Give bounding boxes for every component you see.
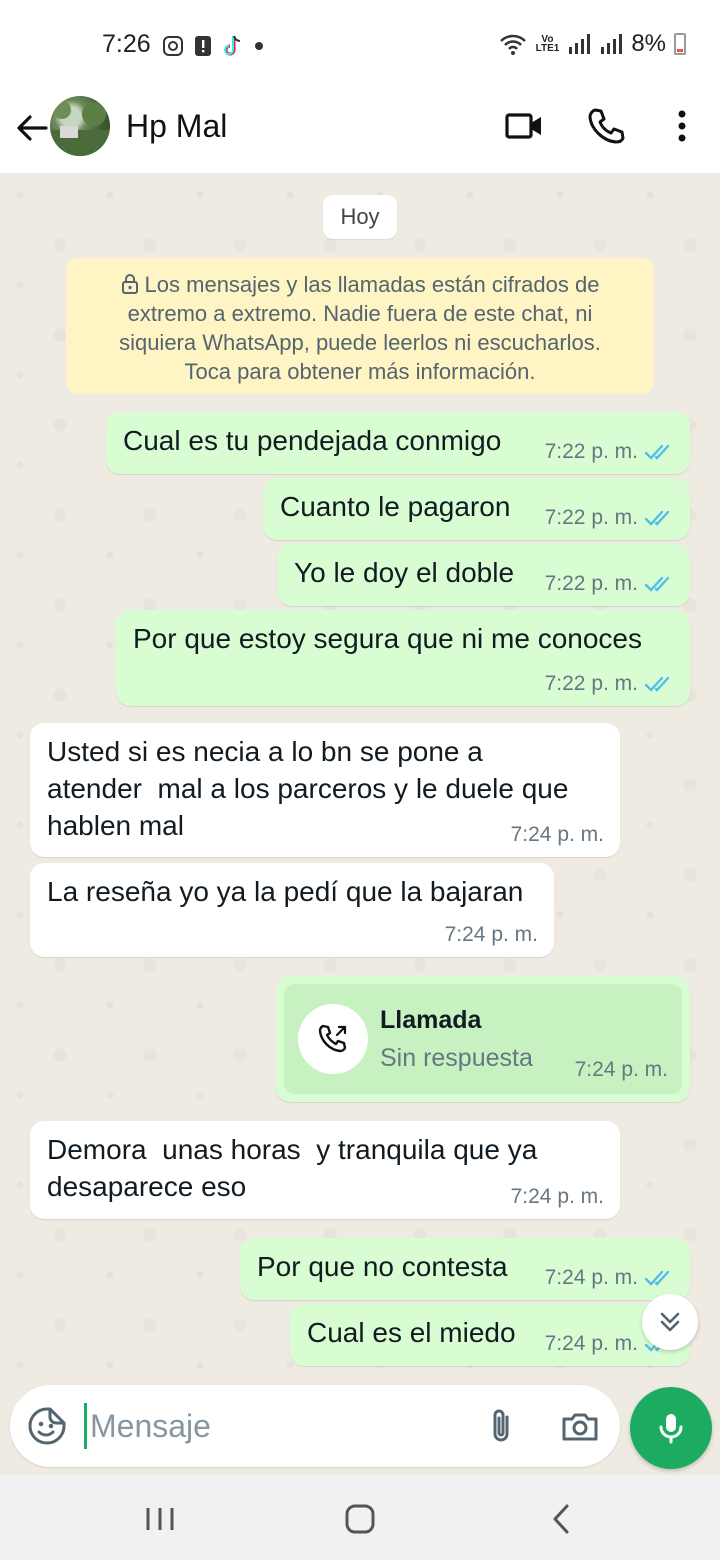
phone-call-icon[interactable] bbox=[584, 104, 628, 148]
composer-row bbox=[0, 1385, 720, 1475]
message-time: 7:22 p. m. bbox=[544, 672, 638, 695]
read-ticks-icon bbox=[644, 510, 670, 526]
scroll-to-bottom-button[interactable] bbox=[642, 1294, 698, 1350]
alert-notification-icon bbox=[195, 36, 211, 56]
camera-icon[interactable] bbox=[558, 1405, 602, 1449]
message-time: 7:24 p. m. bbox=[574, 1058, 668, 1081]
message-text: La reseña yo ya la pedí que la bajaran bbox=[47, 876, 524, 907]
signal-strength-2-icon bbox=[601, 34, 623, 54]
battery-icon bbox=[674, 33, 686, 55]
encryption-line: siquiera WhatsApp, puede leerlos ni escu… bbox=[119, 330, 601, 355]
text-cursor bbox=[84, 1403, 87, 1449]
message-composer bbox=[10, 1385, 620, 1467]
notification-icons bbox=[162, 34, 264, 58]
message-meta: 7:24 p. m. bbox=[575, 1058, 668, 1082]
message-time: 7:22 p. m. bbox=[544, 506, 638, 529]
read-ticks-icon bbox=[644, 444, 670, 460]
signal-strength-icon bbox=[569, 34, 591, 54]
message-text: Cual es el miedo bbox=[307, 1317, 516, 1348]
nav-back-icon[interactable] bbox=[540, 1497, 584, 1541]
call-icon-container bbox=[298, 1004, 368, 1074]
message-meta: 7:24 p. m. bbox=[511, 1185, 604, 1209]
status-time: 7:26 bbox=[102, 30, 151, 58]
battery-percent: 8% bbox=[631, 30, 666, 57]
message-text: Cuanto le pagaron bbox=[280, 491, 511, 522]
message-time: 7:22 p. m. bbox=[544, 440, 638, 463]
lock-icon bbox=[121, 274, 138, 294]
message-meta: 7:22 p. m. bbox=[545, 440, 674, 464]
tiktok-notification-icon bbox=[224, 35, 241, 56]
message-bubble-outgoing[interactable]: Cual es el miedo 7:24 p. m. bbox=[290, 1304, 690, 1366]
message-meta: 7:24 p. m. bbox=[445, 923, 538, 947]
encryption-notice[interactable]: Los mensajes y las llamadas están cifrad… bbox=[66, 258, 654, 394]
message-bubble-incoming[interactable]: Demora unas horas y tranquila que ya des… bbox=[30, 1121, 620, 1219]
video-call-icon[interactable] bbox=[502, 104, 546, 148]
more-options-icon[interactable] bbox=[660, 104, 704, 148]
message-bubble-outgoing[interactable]: Cuanto le pagaron 7:22 p. m. bbox=[263, 478, 690, 540]
wifi-icon bbox=[499, 34, 526, 55]
missed-call-bubble[interactable]: Llamada Sin respuesta 7:24 p. m. bbox=[276, 976, 690, 1102]
encryption-line: Los mensajes y las llamadas están cifrad… bbox=[84, 270, 636, 299]
message-bubble-outgoing[interactable]: Por que no contesta 7:24 p. m. bbox=[240, 1238, 690, 1300]
message-meta: 7:22 p. m. bbox=[545, 572, 674, 596]
system-icons: Vo LTE1 8% bbox=[498, 30, 686, 58]
back-arrow-icon[interactable] bbox=[12, 108, 52, 148]
message-meta: 7:24 p. m. bbox=[545, 1266, 674, 1290]
system-navigation-bar bbox=[0, 1475, 720, 1560]
attach-paperclip-icon[interactable] bbox=[480, 1405, 522, 1447]
home-icon[interactable] bbox=[338, 1497, 382, 1541]
message-input[interactable] bbox=[90, 1401, 470, 1451]
message-text: Demora unas horas y tranquila que ya des… bbox=[47, 1134, 538, 1202]
message-time: 7:24 p. m. bbox=[510, 823, 604, 846]
chat-header: Hp Mal bbox=[0, 90, 720, 174]
message-time: 7:24 p. m. bbox=[510, 1185, 604, 1208]
read-ticks-icon bbox=[644, 676, 670, 692]
message-bubble-outgoing[interactable]: Yo le doy el doble 7:22 p. m. bbox=[277, 544, 690, 606]
read-ticks-icon bbox=[644, 1270, 670, 1286]
message-meta: 7:22 p. m. bbox=[545, 672, 674, 696]
message-bubble-incoming[interactable]: Usted si es necia a lo bn se pone a aten… bbox=[30, 723, 620, 857]
avatar[interactable] bbox=[50, 96, 110, 156]
message-text: Por que estoy segura que ni me conoces bbox=[133, 623, 642, 654]
encryption-line: extremo a extremo. Nadie fuera de este c… bbox=[127, 301, 593, 326]
message-time: 7:24 p. m. bbox=[544, 1332, 638, 1355]
volte-label: Vo LTE1 bbox=[535, 34, 560, 54]
call-title: Llamada bbox=[380, 1006, 482, 1034]
chat-area[interactable]: Hoy Los mensajes y las llamadas están ci… bbox=[0, 175, 720, 1385]
encryption-line: Toca para obtener más información. bbox=[184, 359, 536, 384]
call-status: Sin respuesta bbox=[380, 1044, 533, 1072]
read-ticks-icon bbox=[644, 576, 670, 592]
recent-apps-icon[interactable] bbox=[138, 1497, 182, 1541]
message-text: Cual es tu pendejada conmigo bbox=[123, 425, 502, 456]
more-notifications-dot-icon bbox=[255, 42, 263, 50]
voice-record-button[interactable] bbox=[630, 1387, 712, 1469]
message-bubble-incoming[interactable]: La reseña yo ya la pedí que la bajaran 7… bbox=[30, 863, 554, 957]
message-time: 7:24 p. m. bbox=[444, 923, 538, 946]
instagram-notification-icon bbox=[163, 36, 183, 56]
message-bubble-outgoing[interactable]: Por que estoy segura que ni me conoces 7… bbox=[116, 610, 690, 706]
sticker-emoji-icon[interactable] bbox=[26, 1405, 68, 1447]
contact-name[interactable]: Hp Mal bbox=[126, 108, 227, 145]
message-meta: 7:22 p. m. bbox=[545, 506, 674, 530]
message-bubble-outgoing[interactable]: Cual es tu pendejada conmigo 7:22 p. m. bbox=[106, 412, 690, 474]
message-text: Yo le doy el doble bbox=[294, 557, 515, 588]
message-text: Por que no contesta bbox=[257, 1251, 508, 1282]
double-chevron-down-icon bbox=[660, 1312, 680, 1332]
message-time: 7:22 p. m. bbox=[544, 572, 638, 595]
message-time: 7:24 p. m. bbox=[544, 1266, 638, 1289]
missed-call-icon bbox=[318, 1024, 347, 1053]
status-bar: 7:26 Vo LTE1 8% bbox=[0, 0, 720, 90]
message-meta: 7:24 p. m. bbox=[511, 823, 604, 847]
date-separator: Hoy bbox=[323, 195, 397, 239]
message-text: Usted si es necia a lo bn se pone a aten… bbox=[47, 736, 569, 841]
microphone-icon bbox=[659, 1414, 683, 1444]
